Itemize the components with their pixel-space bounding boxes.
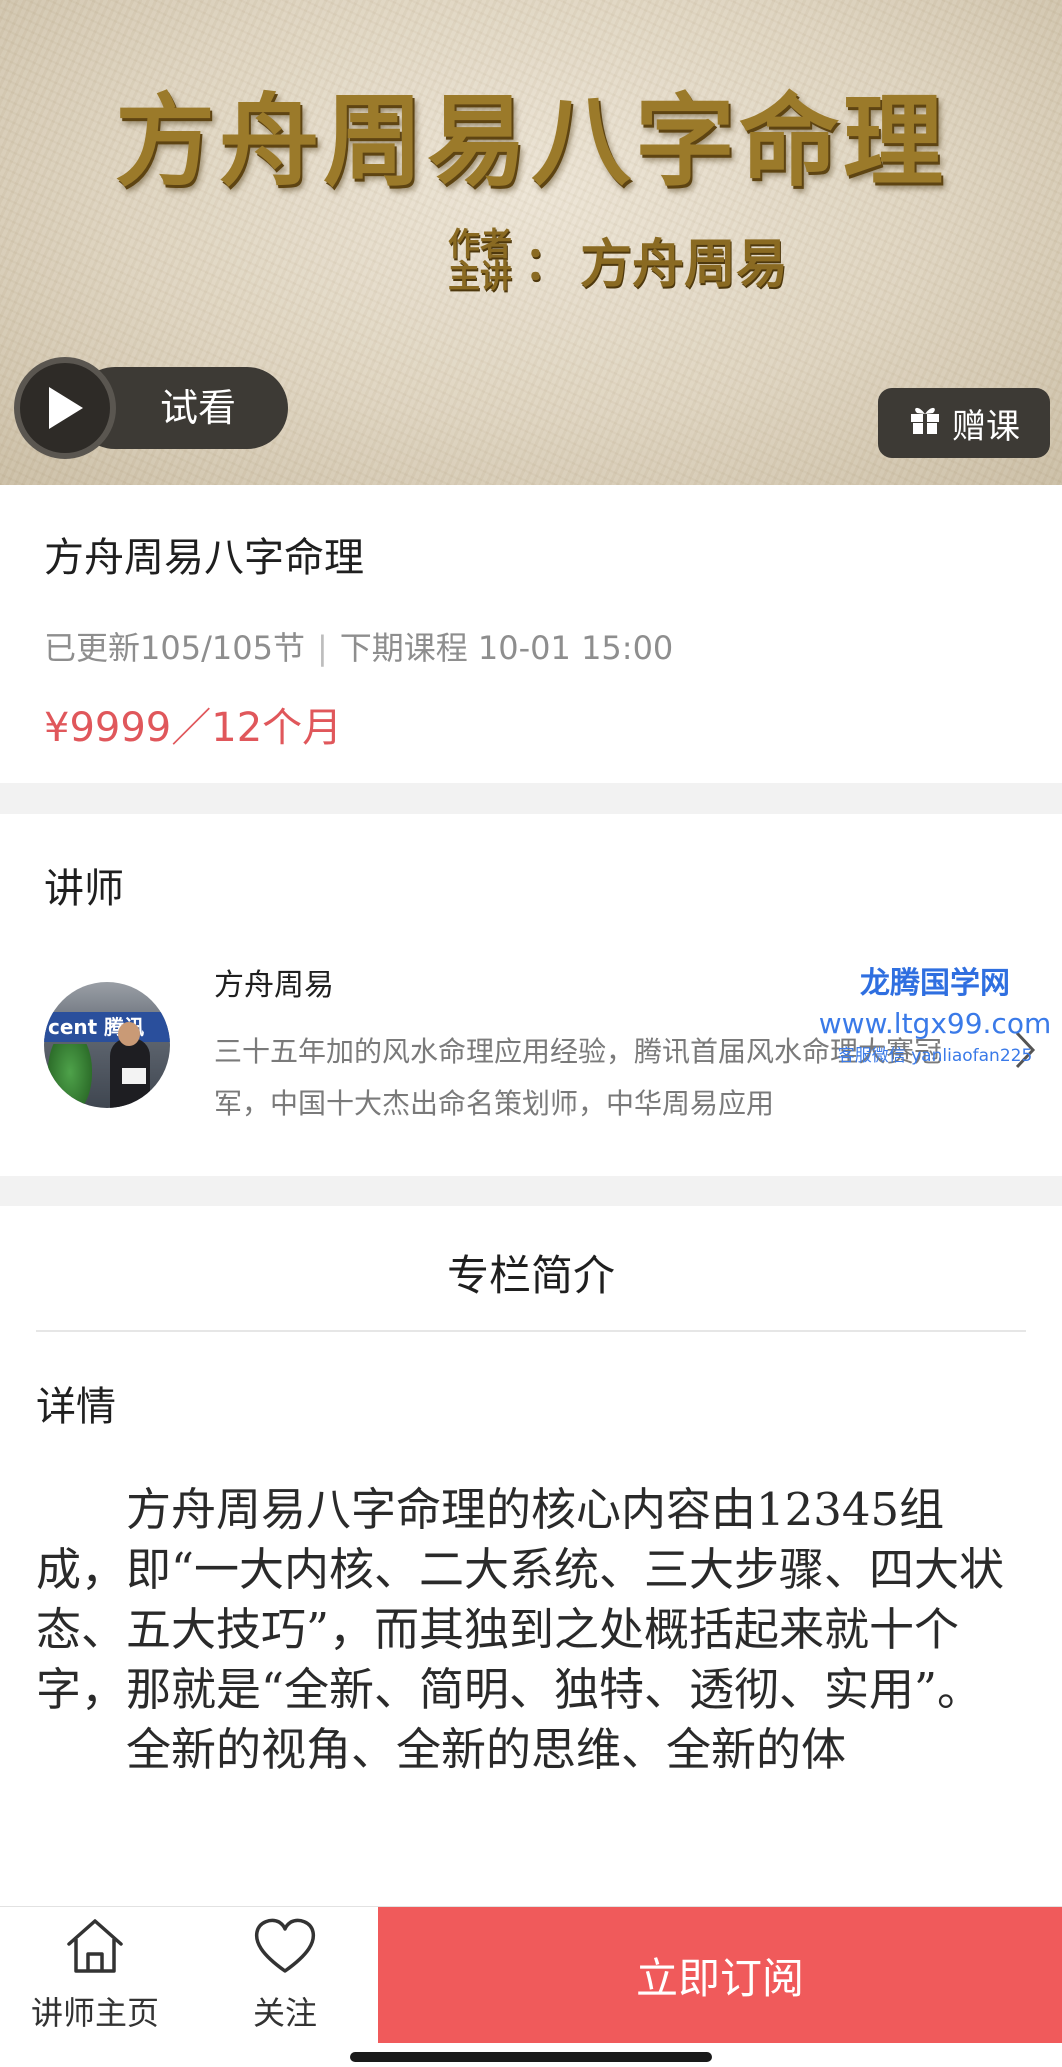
gift-label: 赠课 [952,406,1020,447]
cover-author-name: 方舟周易 [580,234,789,295]
heart-icon [251,1916,319,1980]
watermark: 龙腾国学网 www.ltgx99.com 客服微信 yanliaofan225 [815,964,1055,1068]
follow-button[interactable]: 关注 [210,1907,360,2043]
column-intro-section: 专栏简介 详情 方舟周易八字命理的核心内容由12345组成，即“一大内核、二大系… [0,1206,1062,1906]
cover-title: 方舟周易八字命理 [115,82,947,200]
avatar-plant [48,1044,92,1108]
follow-label: 关注 [252,1994,317,2032]
course-next-session: 下期课程 10-01 15:00 [339,629,674,667]
teacher-avatar[interactable]: cent 腾讯 [44,982,170,1108]
gift-icon [908,402,942,445]
intro-heading: 专栏简介 [446,1251,615,1300]
teacher-homepage-label: 讲师主页 [30,1994,159,2032]
cover-author: 作者 主讲 ： 方舟周易 [448,222,788,297]
avatar-certificate [122,1068,146,1084]
intro-divider [36,1330,1026,1332]
play-icon [14,357,116,459]
course-meta: 已更新105/105节 | 下期课程 10-01 15:00 [44,623,673,669]
trial-button[interactable]: 试看 [14,357,288,459]
watermark-site-name: 龙腾国学网 [860,966,1010,1001]
home-indicator[interactable] [350,2052,712,2062]
detail-label: 详情 [36,1384,116,1430]
detail-paragraph: 方舟周易八字命理的核心内容由12345组成，即“一大内核、二大系统、三大步骤、四… [36,1483,1005,1716]
teacher-homepage-button[interactable]: 讲师主页 [20,1907,170,2043]
teacher-name[interactable]: 方舟周易 [214,960,334,1004]
cover-author-colon: ： [524,235,571,290]
gift-course-button[interactable]: 赠课 [878,388,1050,458]
teacher-heading: 讲师 [44,866,124,912]
subscribe-now-button[interactable]: 立即订阅 [378,1907,1062,2043]
detail-paragraph: 全新的视角、全新的思维、全新的体 [126,1723,847,1776]
avatar-sign: cent 腾讯 [44,1012,170,1042]
avatar-head [118,1022,140,1046]
cover-author-role-2: 主讲 [448,256,513,295]
watermark-url: www.ltgx99.com [818,1007,1052,1040]
course-cover: 方舟周易八字命理 作者 主讲 ： 方舟周易 试看 赠课 [0,0,1062,485]
course-price: ¥9999／12个月 [44,705,343,751]
course-title: 方舟周易八字命理 [44,535,364,581]
bottom-action-bar: 讲师主页 关注 立即订阅 [0,1906,1062,2067]
detail-body: 方舟周易八字命理的核心内容由12345组成，即“一大内核、二大系统、三大步骤、四… [36,1480,1026,1780]
course-info-card: 方舟周易八字命理 已更新105/105节 | 下期课程 10-01 15:00 ¥9… [0,485,1062,783]
home-icon [63,1916,127,1980]
cover-author-roles: 作者 主讲 [448,228,512,292]
teacher-card: 讲师 cent 腾讯 方舟周易 三十五年加的风水命理应用经验，腾讯首届风水命理大… [0,814,1062,1176]
cover-author-role-1: 作者 [448,224,513,263]
meta-separator: | [316,629,328,667]
watermark-contact: 客服微信 yanliaofan225 [837,1046,1033,1066]
trial-label: 试看 [160,386,237,430]
course-updated: 已更新105/105节 [44,629,305,667]
